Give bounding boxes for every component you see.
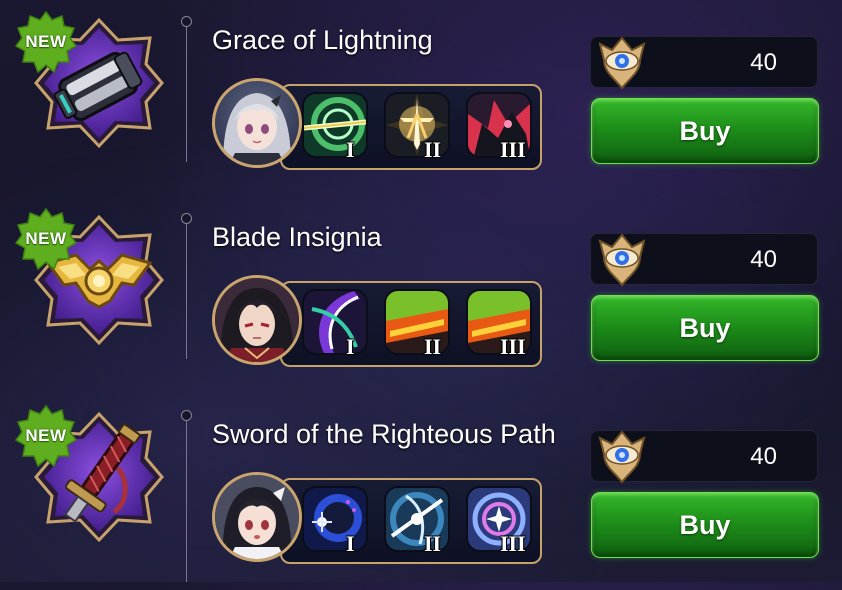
new-label: NEW: [25, 426, 67, 445]
item-name: Grace of Lightning: [212, 25, 433, 55]
price-value: 40: [750, 443, 777, 470]
divider-dot: [181, 16, 192, 27]
skill-level-numeral: I: [346, 137, 355, 162]
skill-level-numeral: III: [500, 531, 526, 556]
skill-level-numeral: III: [500, 137, 526, 162]
price-value: 40: [750, 246, 777, 273]
skill-level-numeral: I: [346, 334, 355, 359]
buy-label: Buy: [679, 509, 731, 540]
buy-button[interactable]: Buy: [591, 492, 819, 558]
buy-label: Buy: [679, 115, 731, 146]
skill-level-numeral: II: [424, 334, 442, 359]
buy-button[interactable]: Buy: [591, 295, 819, 361]
shop-item-row: NEW Sword of the Righteous Path I II III…: [0, 394, 842, 590]
new-badge: NEW: [14, 207, 78, 271]
shop-item-row: NEW Grace of Lightning I II III 40 Buy: [0, 0, 842, 196]
new-label: NEW: [25, 229, 67, 248]
skill-level-numeral: II: [424, 137, 442, 162]
eye-gem-icon: [596, 428, 648, 484]
buy-button[interactable]: Buy: [591, 98, 819, 164]
item-name: Sword of the Righteous Path: [212, 419, 556, 449]
slash-arc-skill-icon[interactable]: [302, 289, 368, 355]
new-badge: NEW: [14, 404, 78, 468]
silver-haired-girl-portrait[interactable]: [212, 78, 302, 168]
eye-gem-icon: [596, 34, 648, 90]
blue-orb-skill-icon[interactable]: [302, 486, 368, 552]
price-value: 40: [750, 49, 777, 76]
dark-haired-swordsman-portrait[interactable]: [212, 275, 302, 365]
skill-level-numeral: II: [424, 531, 442, 556]
shop-item-row: NEW Blade Insignia I II III 40 Buy: [0, 197, 842, 393]
divider: [186, 416, 187, 582]
divider-dot: [181, 410, 192, 421]
divider-dot: [181, 213, 192, 224]
skill-level-numeral: I: [346, 531, 355, 556]
buy-label: Buy: [679, 312, 731, 343]
skill-level-numeral: III: [500, 334, 526, 359]
item-name: Blade Insignia: [212, 222, 382, 252]
black-haired-girl-portrait[interactable]: [212, 472, 302, 562]
new-label: NEW: [25, 32, 67, 51]
eye-gem-icon: [596, 231, 648, 287]
new-badge: NEW: [14, 10, 78, 74]
divider: [186, 22, 187, 162]
lightning-beam-skill-icon[interactable]: [302, 92, 368, 158]
divider: [186, 219, 187, 359]
